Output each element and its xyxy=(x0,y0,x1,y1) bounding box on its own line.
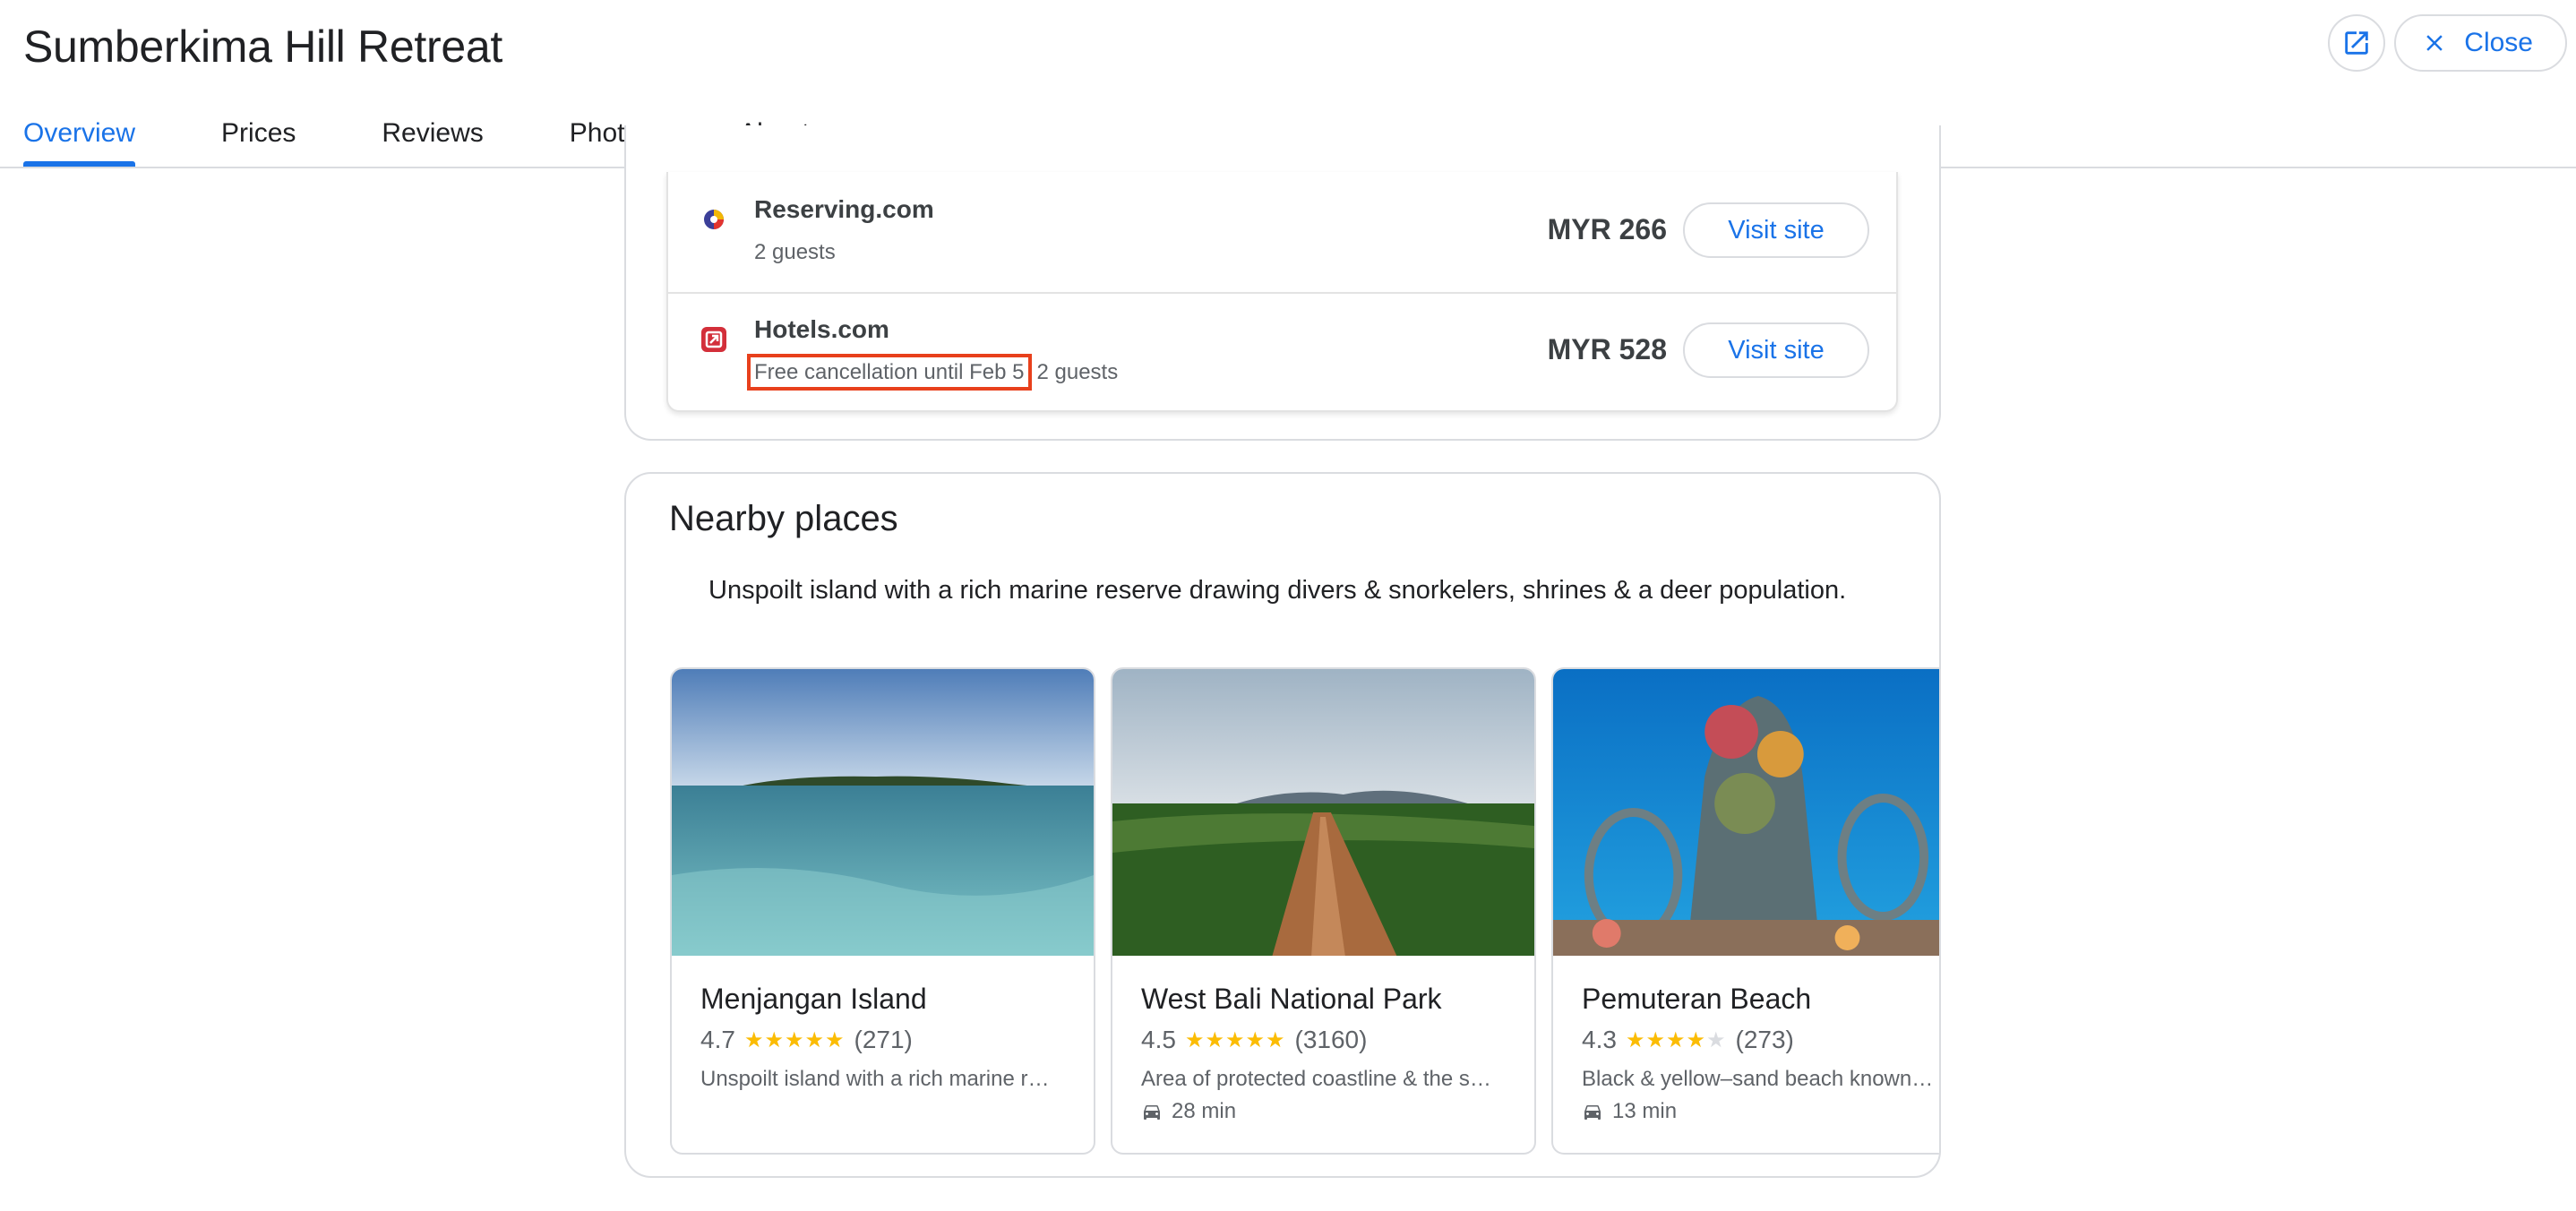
place-name: Menjangan Island xyxy=(700,983,927,1015)
close-icon xyxy=(2426,35,2443,51)
close-button[interactable]: Close xyxy=(2394,14,2567,72)
open-in-new-button[interactable] xyxy=(2328,14,2386,72)
tab-prices[interactable]: Prices xyxy=(221,106,296,167)
price-row-reserving: Reserving.com 2 guests MYR 266 Visit sit… xyxy=(668,172,1896,294)
price-list: Reserving.com 2 guests MYR 266 Visit sit… xyxy=(666,172,1898,412)
page-title: Sumberkima Hill Retreat xyxy=(23,21,502,72)
visit-site-button[interactable]: Visit site xyxy=(1683,322,1869,378)
header-actions: Close xyxy=(2328,14,2567,72)
hotels-logo-icon xyxy=(701,327,726,352)
place-card-pemuteran[interactable]: Pemuteran Beach 4.3 ★★★★★ (273) Black & … xyxy=(1551,667,1939,1155)
drive-time: 13 min xyxy=(1582,1099,1677,1124)
site-name: Reserving.com xyxy=(754,195,934,223)
place-description: Black & yellow–sand beach known… xyxy=(1582,1067,1934,1091)
price-value: MYR 528 xyxy=(1547,333,1667,365)
place-rating: 4.7 ★★★★★ (271) xyxy=(700,1026,913,1054)
nearby-description: Unspoilt island with a rich marine reser… xyxy=(708,576,1847,605)
nearby-title: Nearby places xyxy=(669,499,898,538)
drive-time-text: 28 min xyxy=(1172,1099,1237,1123)
review-count: (271) xyxy=(854,1026,913,1053)
drive-time: 28 min xyxy=(1141,1099,1236,1124)
tab-reviews[interactable]: Reviews xyxy=(382,106,483,167)
star-rating-icon: ★★★★★ xyxy=(743,1027,846,1052)
place-photo xyxy=(1112,669,1534,956)
place-name: Pemuteran Beach xyxy=(1582,983,1812,1015)
place-card-west-bali[interactable]: West Bali National Park 4.5 ★★★★★ (3160)… xyxy=(1111,667,1536,1155)
place-rating: 4.3 ★★★★★ (273) xyxy=(1582,1026,1794,1054)
car-icon xyxy=(1144,1105,1160,1120)
review-count: (273) xyxy=(1735,1026,1794,1053)
place-photo xyxy=(1553,669,1939,956)
star-rating-icon: ★★★★★ xyxy=(1625,1027,1727,1052)
star-rating-icon: ★★★★★ xyxy=(1184,1027,1286,1052)
nearby-places-card: Nearby places Unspoilt island with a ric… xyxy=(624,472,1941,1178)
place-card-menjangan[interactable]: Menjangan Island 4.7 ★★★★★ (271) Unspoil… xyxy=(670,667,1095,1155)
car-icon xyxy=(1584,1105,1601,1120)
site-details: Free cancellation until Feb 52 guests xyxy=(747,354,1119,391)
price-row-hotels: Hotels.com Free cancellation until Feb 5… xyxy=(668,292,1896,412)
place-rating: 4.5 ★★★★★ (3160) xyxy=(1141,1026,1367,1054)
drive-time-text: 13 min xyxy=(1612,1099,1678,1123)
place-photo xyxy=(672,669,1094,956)
review-count: (3160) xyxy=(1294,1026,1368,1053)
rating-value: 4.3 xyxy=(1582,1026,1617,1053)
rating-value: 4.7 xyxy=(700,1026,735,1053)
free-cancellation-highlight: Free cancellation until Feb 5 xyxy=(747,354,1032,391)
site-details: 2 guests xyxy=(754,240,836,264)
open-in-new-icon xyxy=(2345,31,2369,55)
visit-site-button[interactable]: Visit site xyxy=(1683,202,1869,258)
tab-overview[interactable]: Overview xyxy=(23,106,136,167)
reserving-logo-icon xyxy=(704,210,724,229)
place-description: Unspoilt island with a rich marine r… xyxy=(700,1067,1050,1091)
place-name: West Bali National Park xyxy=(1141,983,1442,1015)
site-name: Hotels.com xyxy=(754,315,889,343)
place-description: Area of protected coastline & the s… xyxy=(1141,1067,1491,1091)
price-value: MYR 266 xyxy=(1547,213,1667,245)
rating-value: 4.5 xyxy=(1141,1026,1176,1053)
close-label: Close xyxy=(2464,28,2533,57)
guests-text: 2 guests xyxy=(1036,360,1119,384)
